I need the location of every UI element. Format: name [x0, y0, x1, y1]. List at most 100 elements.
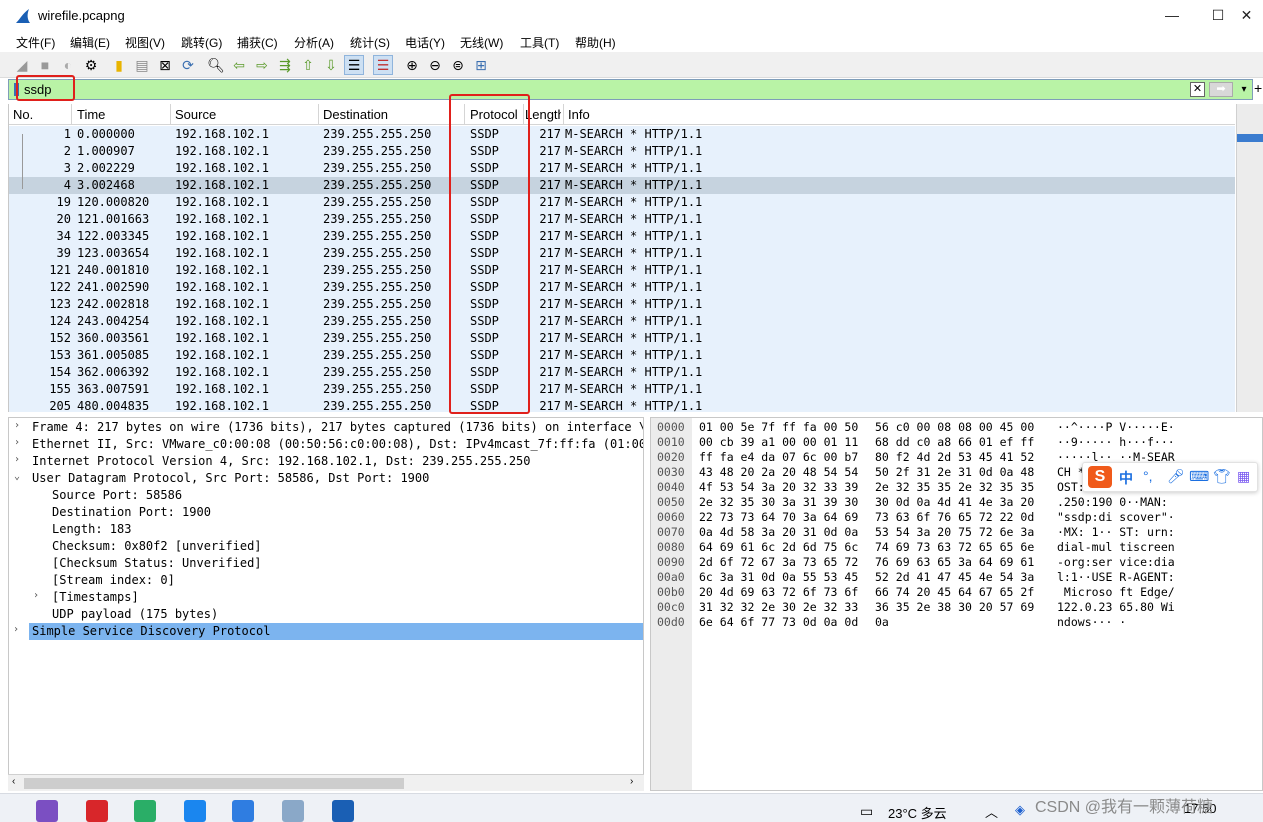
- toolbox-icon[interactable]: ▦: [1237, 468, 1250, 485]
- bytes-hex1[interactable]: 2d 6f 72 67 3a 73 65 72: [699, 555, 858, 569]
- wireshark-taskbar-icon[interactable]: [332, 800, 354, 822]
- bytes-off[interactable]: 0080: [657, 540, 685, 554]
- autoscroll-icon[interactable]: ☰: [344, 55, 364, 75]
- packet-list-scrollbar[interactable]: [1236, 104, 1263, 412]
- menu-file[interactable]: 文件(F): [16, 34, 55, 51]
- bytes-hex1[interactable]: 6e 64 6f 77 73 0d 0a 0d: [699, 615, 858, 629]
- bytes-hex1[interactable]: ff fa e4 da 07 6c 00 b7: [699, 450, 858, 464]
- bytes-ascii[interactable]: .250:190 0··MAN:: [1057, 495, 1175, 509]
- col-header-destination[interactable]: Destination: [323, 107, 388, 122]
- expand-arrow-icon[interactable]: ›: [33, 590, 39, 601]
- col-header-no[interactable]: No.: [13, 107, 33, 122]
- packet-row[interactable]: 155 363.007591 192.168.102.1 239.255.255.25…: [9, 381, 1235, 398]
- detail-tree-item[interactable]: › Ethernet II, Src: VMware_c0:00:08 (00:5…: [9, 436, 643, 453]
- bytes-ascii[interactable]: ··^····P V·····E·: [1057, 420, 1175, 434]
- bytes-off[interactable]: 0050: [657, 495, 685, 509]
- packet-row[interactable]: 1 0.000000 192.168.102.1 239.255.255.250 SSD…: [9, 126, 1235, 143]
- bytes-hex2[interactable]: 68 dd c0 a8 66 01 ef ff: [875, 435, 1034, 449]
- menu-help[interactable]: 帮助(H): [575, 34, 616, 51]
- detail-tree-item[interactable]: Source Port: 58586: [9, 487, 643, 504]
- detail-tree-item[interactable]: › [Timestamps]: [9, 589, 643, 606]
- wechat-icon[interactable]: [134, 800, 156, 822]
- go-back-icon[interactable]: ⇦: [229, 55, 249, 75]
- tray-shield-icon[interactable]: ◈: [1015, 802, 1025, 818]
- bytes-hex1[interactable]: 4f 53 54 3a 20 32 33 39: [699, 480, 858, 494]
- bytes-hex1[interactable]: 31 32 32 2e 30 2e 32 33: [699, 600, 858, 614]
- expand-arrow-icon[interactable]: ›: [14, 420, 20, 431]
- detail-tree-item[interactable]: › Frame 4: 217 bytes on wire (1736 bits),…: [9, 419, 643, 436]
- stop-capture-icon[interactable]: ■: [35, 55, 55, 75]
- ime-language-toggle[interactable]: 中: [1119, 468, 1133, 488]
- normal-size-icon[interactable]: ⊜: [448, 55, 468, 75]
- bytes-hex2[interactable]: 53 54 3a 20 75 72 6e 3a: [875, 525, 1034, 539]
- bytes-hex1[interactable]: 0a 4d 58 3a 20 31 0d 0a: [699, 525, 858, 539]
- packet-row[interactable]: 123 242.002818 192.168.102.1 239.255.255.25…: [9, 296, 1235, 313]
- scroll-right-icon[interactable]: ›: [630, 776, 633, 787]
- bytes-off[interactable]: 00b0: [657, 585, 685, 599]
- restart-capture-icon[interactable]: ◐: [58, 55, 78, 75]
- detail-tree-item[interactable]: Destination Port: 1900: [9, 504, 643, 521]
- bytes-hex1[interactable]: 00 cb 39 a1 00 00 01 11: [699, 435, 858, 449]
- packet-row[interactable]: 20 121.001663 192.168.102.1 239.255.255.250…: [9, 211, 1235, 228]
- bytes-off[interactable]: 0090: [657, 555, 685, 569]
- find-packet-icon[interactable]: 🔍︎: [206, 55, 226, 75]
- taskbar-app-icon[interactable]: [36, 800, 58, 822]
- bytes-off[interactable]: 00a0: [657, 570, 685, 584]
- bytes-off[interactable]: 0000: [657, 420, 685, 434]
- menu-capture[interactable]: 捕获(C): [237, 34, 278, 51]
- ime-logo[interactable]: S: [1088, 466, 1112, 488]
- zoom-out-icon[interactable]: ⊖: [425, 55, 445, 75]
- resize-columns-icon[interactable]: ⊞: [471, 55, 491, 75]
- detail-tree-item[interactable]: › Simple Service Discovery Protocol: [13, 623, 643, 640]
- bytes-hex2[interactable]: 74 69 73 63 72 65 65 6e: [875, 540, 1034, 554]
- ime-punctuation-icon[interactable]: °,: [1143, 468, 1153, 484]
- bytes-hex2[interactable]: 80 f2 4d 2d 53 45 41 52: [875, 450, 1034, 464]
- packet-row[interactable]: 2 1.000907 192.168.102.1 239.255.255.250 SSD…: [9, 143, 1235, 160]
- bytes-hex2[interactable]: 73 63 6f 76 65 72 22 0d: [875, 510, 1034, 524]
- save-file-icon[interactable]: ▤: [132, 55, 152, 75]
- first-packet-icon[interactable]: ⇧: [298, 55, 318, 75]
- bytes-ascii[interactable]: ·MX: 1·· ST: urn:: [1057, 525, 1175, 539]
- menu-statistics[interactable]: 统计(S): [350, 34, 390, 51]
- start-capture-icon[interactable]: ◢: [12, 55, 32, 75]
- col-header-length[interactable]: Length: [525, 107, 561, 122]
- bytes-off[interactable]: 0010: [657, 435, 685, 449]
- detail-tree-item[interactable]: Length: 183: [9, 521, 643, 538]
- bytes-ascii[interactable]: "ssdp:di scover"·: [1057, 510, 1175, 524]
- clear-filter-icon[interactable]: ✕: [1190, 82, 1205, 97]
- menu-telephony[interactable]: 电话(Y): [405, 34, 445, 51]
- colorize-icon[interactable]: ☰: [373, 55, 393, 75]
- col-header-info[interactable]: Info: [568, 107, 590, 122]
- bytes-off[interactable]: 0060: [657, 510, 685, 524]
- last-packet-icon[interactable]: ⇩: [321, 55, 341, 75]
- bytes-ascii[interactable]: l:1··USE R-AGENT:: [1057, 570, 1175, 584]
- menu-edit[interactable]: 编辑(E): [70, 34, 110, 51]
- keyboard-icon[interactable]: ⌨: [1189, 468, 1209, 485]
- feishu-icon[interactable]: [184, 800, 206, 822]
- detail-tree-item[interactable]: [Stream index: 0]: [9, 572, 643, 589]
- details-horizontal-scrollbar[interactable]: ‹ ›: [8, 774, 644, 791]
- filter-dropdown-icon[interactable]: ▾: [1237, 82, 1251, 97]
- detail-tree-item[interactable]: ⌄ User Datagram Protocol, Src Port: 58586…: [9, 470, 643, 487]
- packet-row[interactable]: 3 2.002229 192.168.102.1 239.255.255.250 SSD…: [9, 160, 1235, 177]
- bytes-hex1[interactable]: 22 73 73 64 70 3a 64 69: [699, 510, 858, 524]
- menu-analyze[interactable]: 分析(A): [294, 34, 334, 51]
- packet-row[interactable]: 122 241.002590 192.168.102.1 239.255.255.25…: [9, 279, 1235, 296]
- bytes-ascii[interactable]: -org:ser vice:dia: [1057, 555, 1175, 569]
- menu-wireless[interactable]: 无线(W): [460, 34, 503, 51]
- apply-filter-icon[interactable]: ➡: [1209, 82, 1233, 97]
- close-file-icon[interactable]: ⊠: [155, 55, 175, 75]
- bytes-off[interactable]: 0070: [657, 525, 685, 539]
- minimize-button[interactable]: —: [1149, 0, 1195, 32]
- bytes-ascii[interactable]: 122.0.23 65.80 Wi: [1057, 600, 1175, 614]
- packet-row[interactable]: 124 243.004254 192.168.102.1 239.255.255.25…: [9, 313, 1235, 330]
- packet-row[interactable]: 121 240.001810 192.168.102.1 239.255.255.25…: [9, 262, 1235, 279]
- bytes-hex2[interactable]: 50 2f 31 2e 31 0d 0a 48: [875, 465, 1034, 479]
- menu-view[interactable]: 视图(V): [125, 34, 165, 51]
- bytes-off[interactable]: 00c0: [657, 600, 685, 614]
- detail-tree-item[interactable]: Checksum: 0x80f2 [unverified]: [9, 538, 643, 555]
- skin-icon[interactable]: 👕︎: [1213, 468, 1231, 485]
- scroll-thumb[interactable]: [24, 778, 404, 789]
- packet-row[interactable]: 19 120.000820 192.168.102.1 239.255.255.250…: [9, 194, 1235, 211]
- bytes-off[interactable]: 0040: [657, 480, 685, 494]
